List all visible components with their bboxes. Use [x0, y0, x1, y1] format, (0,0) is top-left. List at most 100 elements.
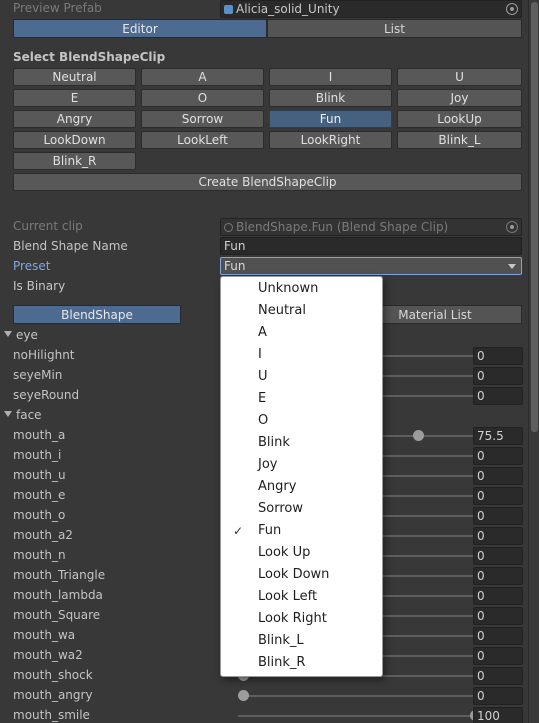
blendshape-label: mouth_smile — [13, 708, 90, 722]
preset-menu-item[interactable]: Look Down — [221, 564, 382, 586]
current-clip-field[interactable]: BlendShape.Fun (Blend Shape Clip) — [220, 218, 522, 236]
blendshape-value-input[interactable]: 0 — [473, 347, 523, 365]
preset-menu-item-label: Blink — [258, 435, 290, 450]
preset-menu-item-label: Blink_R — [258, 655, 306, 670]
chevron-down-icon — [508, 264, 516, 269]
preset-menu-item[interactable]: Neutral — [221, 300, 382, 322]
blendshape-label: mouth_a — [13, 428, 66, 442]
clip-button-neutral[interactable]: Neutral — [13, 68, 136, 86]
blendshape-value-input[interactable]: 0 — [473, 527, 523, 545]
blendshape-value-input[interactable]: 0 — [473, 587, 523, 605]
blendshape-label: mouth_a2 — [13, 528, 73, 542]
preset-menu-item[interactable]: Look Right — [221, 608, 382, 630]
clip-button-fun[interactable]: Fun — [269, 110, 392, 128]
clip-asset-icon — [224, 223, 233, 232]
blendshape-value-input[interactable]: 100 — [473, 707, 523, 723]
preset-menu-item[interactable]: Blink_L — [221, 630, 382, 652]
clip-button-lookright[interactable]: LookRight — [269, 131, 392, 149]
blendshape-label: mouth_wa2 — [13, 648, 83, 662]
preset-menu-item[interactable]: A — [221, 322, 382, 344]
clip-button-blink[interactable]: Blink — [269, 89, 392, 107]
preset-menu-item[interactable]: E — [221, 388, 382, 410]
preset-menu-item[interactable]: Look Up — [221, 542, 382, 564]
tab-editor[interactable]: Editor — [13, 19, 267, 38]
blendshape-value-input[interactable]: 0 — [473, 387, 523, 405]
clip-button-lookleft[interactable]: LookLeft — [141, 131, 264, 149]
preset-menu-item-label: Neutral — [258, 303, 306, 318]
preset-menu-item-label: Blink_L — [258, 633, 304, 648]
clip-button-blink_r[interactable]: Blink_R — [13, 152, 136, 170]
blendshape-value-input[interactable]: 0 — [473, 447, 523, 465]
preset-menu-item[interactable]: Angry — [221, 476, 382, 498]
preview-prefab-field[interactable]: Alicia_solid_Unity — [220, 0, 522, 18]
blendshape-value-input[interactable]: 0 — [473, 507, 523, 525]
blendshape-label: mouth_lambda — [13, 588, 103, 602]
blendshape-label: seyeMin — [13, 368, 63, 382]
clip-button-blink_l[interactable]: Blink_L — [397, 131, 522, 149]
preset-menu-item[interactable]: Joy — [221, 454, 382, 476]
preset-dropdown[interactable]: Fun — [220, 257, 522, 275]
blendshape-label: mouth_Triangle — [13, 568, 106, 582]
clip-button-o[interactable]: O — [141, 89, 264, 107]
clip-button-i[interactable]: I — [269, 68, 392, 86]
clip-button-joy[interactable]: Joy — [397, 89, 522, 107]
blendshape-label: mouth_u — [13, 468, 66, 482]
preset-menu-item-label: Angry — [258, 479, 297, 494]
blendshape-value-input[interactable]: 0 — [473, 367, 523, 385]
preset-menu-item[interactable]: Look Left — [221, 586, 382, 608]
blendshape-value-input[interactable]: 0 — [473, 647, 523, 665]
preset-menu-item-label: Look Right — [258, 611, 327, 626]
vertical-scrollbar[interactable] — [528, 0, 539, 723]
preset-menu-item[interactable]: ✓ Fun — [221, 520, 382, 542]
object-picker-icon[interactable] — [506, 3, 518, 15]
foldout-face[interactable]: face — [4, 408, 42, 422]
preset-menu-item[interactable]: Unknown — [221, 278, 382, 300]
select-clip-title: Select BlendShapeClip — [13, 50, 166, 64]
blendshape-value-input[interactable]: 75.5 — [473, 427, 523, 445]
scrollbar-thumb[interactable] — [531, 2, 538, 432]
clip-button-u[interactable]: U — [397, 68, 522, 86]
slider-track[interactable] — [238, 715, 476, 717]
blend-shape-name-input[interactable]: Fun — [220, 237, 522, 255]
clip-button-angry[interactable]: Angry — [13, 110, 136, 128]
preset-menu-item[interactable]: U — [221, 366, 382, 388]
tab-list[interactable]: List — [267, 19, 522, 38]
prefab-cube-icon — [224, 5, 233, 14]
slider-handle[interactable] — [238, 690, 249, 701]
blendshape-value-input[interactable]: 0 — [473, 467, 523, 485]
current-clip-label: Current clip — [13, 219, 83, 233]
clip-button-lookdown[interactable]: LookDown — [13, 131, 136, 149]
blendshape-value-input[interactable]: 0 — [473, 687, 523, 705]
blendshape-row: mouth_angry 0 — [13, 687, 525, 707]
clip-button-lookup[interactable]: LookUp — [397, 110, 522, 128]
blendshape-value-input[interactable]: 0 — [473, 487, 523, 505]
blendshape-value-input[interactable]: 0 — [473, 547, 523, 565]
blendshape-value-input[interactable]: 0 — [473, 607, 523, 625]
create-blendshapeclip-button[interactable]: Create BlendShapeClip — [13, 173, 522, 191]
current-clip-value: BlendShape.Fun (Blend Shape Clip) — [236, 220, 449, 234]
preset-menu-item-label: U — [258, 369, 268, 384]
preset-menu-item-label: E — [258, 391, 267, 406]
tab-blendshape[interactable]: BlendShape — [13, 305, 181, 324]
clip-button-a[interactable]: A — [141, 68, 264, 86]
clip-button-e[interactable]: E — [13, 89, 136, 107]
slider-track[interactable] — [238, 695, 476, 697]
preset-menu-item-label: Look Down — [258, 567, 330, 582]
blend-shape-name-label: Blend Shape Name — [13, 239, 128, 253]
preset-menu-item[interactable]: Blink — [221, 432, 382, 454]
preset-menu-item[interactable]: Blink_R — [221, 652, 382, 674]
checkmark-icon: ✓ — [233, 524, 244, 538]
slider-handle[interactable] — [413, 430, 425, 441]
preset-menu-item-label: I — [258, 347, 262, 362]
preset-menu-item[interactable]: I — [221, 344, 382, 366]
blendshape-label: mouth_o — [13, 508, 66, 522]
preset-menu-item[interactable]: Sorrow — [221, 498, 382, 520]
preset-menu-item[interactable]: O — [221, 410, 382, 432]
foldout-eye[interactable]: eye — [4, 328, 38, 342]
blendshape-value-input[interactable]: 0 — [473, 567, 523, 585]
clip-button-sorrow[interactable]: Sorrow — [141, 110, 264, 128]
clip-picker-icon[interactable] — [506, 221, 518, 233]
preview-prefab-value: Alicia_solid_Unity — [236, 2, 340, 16]
blendshape-value-input[interactable]: 0 — [473, 667, 523, 685]
blendshape-value-input[interactable]: 0 — [473, 627, 523, 645]
